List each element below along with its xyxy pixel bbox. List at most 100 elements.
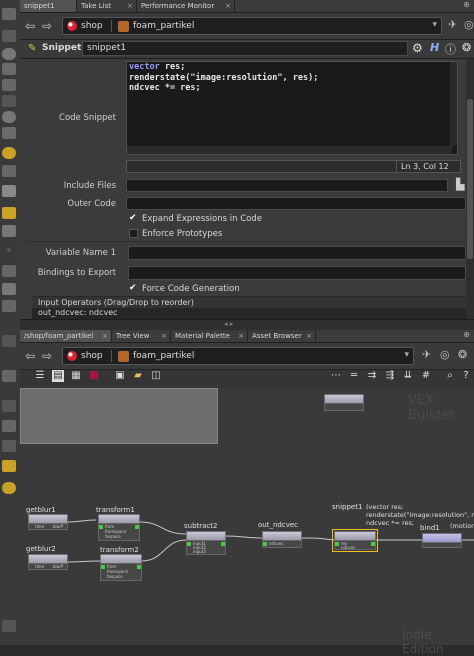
input-port[interactable]	[99, 525, 103, 529]
tab-take-list[interactable]: Take List ×	[77, 0, 137, 12]
net-text-icon[interactable]	[2, 440, 16, 452]
tab-material-palette[interactable]: Material Palette ×	[171, 330, 248, 342]
network-breadcrumb[interactable]: shop foam_partikel ▾	[62, 347, 414, 365]
distribute-icon[interactable]: ⇊	[402, 370, 414, 382]
tab-snippet1[interactable]: snippet1	[20, 0, 77, 12]
orbit-icon[interactable]	[2, 111, 16, 123]
code-snippet-editor[interactable]: vector res; renderstate("image:resolutio…	[126, 61, 458, 155]
align-icon[interactable]: ⇉	[366, 370, 378, 382]
table-icon[interactable]: ▦	[70, 370, 82, 382]
grid-icon[interactable]	[2, 225, 16, 237]
layout-dash-icon[interactable]: ═	[348, 370, 360, 382]
breadcrumb-foam-partikel[interactable]: foam_partikel	[133, 348, 194, 364]
doc-icon[interactable]: ▤	[52, 370, 64, 382]
network-canvas[interactable]: VEX Builder Indie Edition getblur1 time …	[20, 388, 474, 656]
breadcrumb-foam-partikel[interactable]: foam_partikel	[133, 18, 194, 34]
display-icon[interactable]	[2, 207, 16, 219]
output-port[interactable]	[137, 565, 141, 569]
input-operators-list[interactable]: out_ndcvec: ndcvec	[32, 308, 466, 319]
include-files-field[interactable]	[126, 179, 448, 192]
pin-icon[interactable]: ✈	[448, 18, 457, 31]
node-bind1-body[interactable]	[422, 542, 462, 548]
list-icon[interactable]: ☰	[34, 370, 46, 382]
settings-icon[interactable]: ❂	[458, 348, 467, 361]
close-icon[interactable]: ×	[225, 0, 231, 12]
select-tool-icon[interactable]	[2, 8, 16, 20]
lock-icon[interactable]	[2, 95, 16, 107]
breadcrumb-shop[interactable]: shop	[81, 348, 103, 364]
pin-icon[interactable]: ✈	[422, 348, 431, 361]
tab-tree-view[interactable]: Tree View ×	[112, 330, 171, 342]
net-view-icon[interactable]	[2, 420, 16, 432]
help-icon[interactable]: ?	[460, 370, 472, 382]
color-grid-icon[interactable]: ▩	[88, 370, 100, 382]
input-port[interactable]	[335, 542, 339, 546]
close-icon[interactable]: ×	[127, 0, 133, 12]
net-light-icon[interactable]	[2, 460, 16, 472]
node-getblur2-body[interactable]: time blurP	[28, 563, 68, 570]
align-right-icon[interactable]: ⇶	[384, 370, 396, 382]
transform-icon[interactable]	[2, 185, 16, 197]
link-icon[interactable]: ◎	[464, 18, 474, 31]
breadcrumb-shop[interactable]: shop	[81, 18, 103, 34]
output-port[interactable]	[371, 542, 375, 546]
tab-shop-foam-partikel[interactable]: /shop/foam_partikel ×	[20, 330, 112, 342]
sweep-icon[interactable]	[2, 265, 16, 277]
gear-icon[interactable]: ⚙	[412, 41, 423, 55]
node-name-field[interactable]: snippet1	[82, 41, 408, 56]
cut-icon[interactable]	[2, 300, 16, 312]
dot-icon[interactable]	[7, 248, 11, 252]
back-icon[interactable]: ⇦	[25, 349, 35, 363]
net-tool-icon[interactable]	[2, 370, 16, 382]
node-snippet1-body[interactable]: res ndcvec	[334, 540, 376, 550]
chevron-down-icon[interactable]: ▾	[404, 350, 409, 360]
outer-code-field[interactable]	[126, 197, 466, 210]
node-transform1-body[interactable]: from fromspace tospace	[98, 523, 140, 541]
layout-icon[interactable]: ▣	[114, 370, 126, 382]
help-icon[interactable]: H	[430, 41, 439, 54]
expand-expressions-checkbox[interactable]: ✔	[129, 214, 138, 223]
chevron-down-icon[interactable]: ▾	[432, 20, 437, 30]
net-bulb-icon[interactable]	[2, 482, 16, 494]
add-tab-icon[interactable]: ⊕	[463, 0, 470, 9]
view-tool-icon[interactable]	[2, 30, 16, 42]
snap-icon[interactable]	[2, 79, 16, 91]
net-wire-icon[interactable]	[2, 400, 16, 412]
bottom-tool-icon[interactable]	[2, 620, 16, 632]
force-codegen-checkbox[interactable]: ✔	[129, 284, 138, 293]
grid-snap-icon[interactable]: #	[420, 370, 432, 382]
input-port[interactable]	[187, 542, 191, 546]
parm-scrollbar[interactable]	[466, 59, 474, 319]
net-select-icon[interactable]	[2, 335, 16, 347]
light-bulb-icon[interactable]	[2, 147, 16, 159]
wrench-icon[interactable]	[2, 165, 16, 177]
path-breadcrumb[interactable]: shop foam_partikel ▾	[62, 17, 442, 35]
code-horizontal-scrollbar[interactable]	[127, 146, 452, 154]
enforce-prototypes-checkbox[interactable]	[129, 229, 138, 238]
variable-name-field[interactable]	[128, 246, 466, 260]
input-port[interactable]	[101, 565, 105, 569]
forward-icon[interactable]: ⇨	[42, 19, 52, 33]
output-port[interactable]	[221, 542, 225, 546]
ghost-icon[interactable]	[2, 127, 16, 139]
code-scrollbar[interactable]	[450, 62, 457, 146]
splitter-handle-icon[interactable]: ◂ ▸	[224, 320, 233, 328]
add-tab-icon[interactable]: ⊕	[463, 330, 470, 339]
input-operator-item[interactable]: out_ndcvec: ndcvec	[38, 308, 118, 317]
close-icon[interactable]: ×	[161, 330, 167, 342]
pose-tool-icon[interactable]	[2, 63, 16, 75]
layout-row-icon[interactable]: ⋯	[330, 370, 342, 382]
file-chooser-icon[interactable]: ▙	[456, 178, 464, 191]
node-out-ndcvec-body[interactable]: ndcvec	[262, 540, 302, 548]
node-transform2-body[interactable]: from fromspace tospace	[100, 563, 142, 581]
link-icon[interactable]: ◎	[440, 348, 450, 361]
tab-asset-browser[interactable]: Asset Browser ×	[248, 330, 316, 342]
network-box-icon[interactable]: ◫	[150, 370, 162, 382]
close-icon[interactable]: ×	[306, 330, 312, 342]
handle-tool-icon[interactable]	[2, 48, 16, 60]
info-icon[interactable]: ⓘ	[445, 41, 456, 57]
tab-performance-monitor[interactable]: Performance Monitor ×	[137, 0, 235, 12]
bindings-field[interactable]	[128, 266, 466, 280]
close-icon[interactable]: ×	[102, 330, 108, 342]
parm-scroll-thumb[interactable]	[467, 99, 473, 259]
